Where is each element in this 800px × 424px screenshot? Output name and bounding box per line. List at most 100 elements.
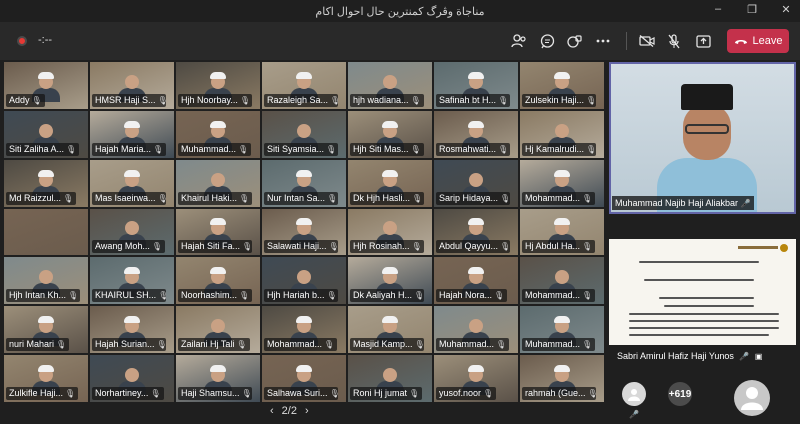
participant-tile[interactable]: Hjh Rosinah... 🎙: [348, 208, 432, 256]
participant-tile[interactable]: Mohammad... 🎙: [520, 159, 604, 207]
participant-tile[interactable]: Roni Hj jumat 🎙: [348, 355, 432, 402]
maximize-button[interactable]: ❐: [746, 3, 758, 16]
participant-tile[interactable]: Safinah bt H... 🎙: [434, 62, 518, 109]
participant-tile[interactable]: rahmah (Gue... 🎙: [520, 355, 604, 402]
featured-name: Muhammad Najib Haji Aliakbar: [615, 198, 739, 208]
mic-off-icon: [668, 33, 680, 48]
participant-name: Dk Aaliyah H...: [353, 290, 413, 301]
mic-off-icon: 🎙: [330, 95, 338, 105]
participant-tile[interactable]: Siti Zaliha A... 🎙: [4, 110, 88, 158]
user-avatar[interactable]: [622, 382, 646, 406]
participant-name: Addy: [9, 94, 30, 105]
overflow-participants-button[interactable]: +619: [668, 382, 692, 406]
minimize-button[interactable]: –: [712, 3, 724, 16]
participant-tile[interactable]: Zailani Hj Tali 🎙: [176, 306, 260, 354]
participant-name: Hjh Noorbay...: [181, 94, 238, 105]
participant-tile[interactable]: Sarip Hidaya... 🎙: [434, 159, 518, 207]
participant-tile[interactable]: Razaleigh Sa... 🎙: [262, 62, 346, 109]
participant-name: Rosmahwati...: [439, 143, 497, 154]
participant-tile[interactable]: [4, 208, 88, 256]
participant-tile[interactable]: nuri Mahari 🎙: [4, 306, 88, 354]
featured-video-tile[interactable]: [609, 62, 796, 214]
participant-name: Safinah bt H...: [439, 94, 497, 105]
crest-logo: [738, 244, 788, 252]
share-screen-button[interactable]: [692, 30, 714, 52]
leave-button[interactable]: Leave: [727, 29, 789, 53]
participant-tile[interactable]: Mohammad... 🎙: [262, 306, 346, 354]
participant-tile[interactable]: Rosmahwati... 🎙: [434, 110, 518, 158]
shared-content-tile[interactable]: [609, 239, 796, 345]
participant-tile[interactable]: Awang Moh... 🎙: [90, 208, 174, 256]
participant-tile[interactable]: Hjh Hariah b... 🎙: [262, 257, 346, 305]
overflow-count: +619: [668, 388, 692, 400]
participant-name-label: Dk Aaliyah H... 🎙: [350, 289, 424, 303]
participant-name-label: Siti Syamsia... 🎙: [264, 142, 338, 156]
participants-button[interactable]: [508, 30, 530, 52]
participant-tile[interactable]: Hj Abdul Ha... 🎙: [520, 208, 604, 256]
participant-tile[interactable]: Siti Syamsia... 🎙: [262, 110, 346, 158]
participant-tile[interactable]: Muhammad... 🎙: [520, 306, 604, 354]
document-text-line: [664, 305, 754, 307]
participant-tile[interactable]: Hjh Intan Kh... 🎙: [4, 257, 88, 305]
participant-name: Hajah Nora...: [439, 290, 493, 301]
participant-tile[interactable]: yusof.noor 🎙: [434, 355, 518, 402]
participant-tile[interactable]: hjh wadiana... 🎙: [348, 62, 432, 109]
reactions-button[interactable]: [563, 30, 585, 52]
participant-tile[interactable]: Abdul Qayyu... 🎙: [434, 208, 518, 256]
mic-off-icon: 🎙: [586, 144, 596, 154]
next-page-button[interactable]: ›: [305, 405, 309, 417]
participant-tile[interactable]: Hj Kamalrudi... 🎙: [520, 110, 604, 158]
participant-tile[interactable]: Masjid Kamp... 🎙: [348, 306, 432, 354]
participant-tile[interactable]: Md Raizzul... 🎙: [4, 159, 88, 207]
participant-name: Hjh Siti Mas...: [353, 143, 409, 154]
participant-tile[interactable]: Zulkifle Haji... 🎙: [4, 355, 88, 402]
participant-tile[interactable]: Hajah Maria... 🎙: [90, 110, 174, 158]
participant-tile[interactable]: Hajah Surian... 🎙: [90, 306, 174, 354]
participant-tile[interactable]: Dk Hjh Hasli... 🎙: [348, 159, 432, 207]
participant-name-label: HMSR Haji S... 🎙: [92, 93, 166, 107]
chat-button[interactable]: [536, 30, 558, 52]
speaker-video: [657, 84, 757, 212]
participant-tile[interactable]: Hjh Siti Mas... 🎙: [348, 110, 432, 158]
participant-tile[interactable]: Noorhashim... 🎙: [176, 257, 260, 305]
participant-tile[interactable]: Mohammad... 🎙: [520, 257, 604, 305]
participant-tile[interactable]: Hjh Noorbay... 🎙: [176, 62, 260, 109]
mic-toggle-button[interactable]: [663, 30, 685, 52]
mic-off-icon: 🎙: [157, 193, 166, 203]
participant-name: Hajah Siti Fa...: [181, 241, 241, 252]
close-button[interactable]: ✕: [780, 3, 792, 16]
more-options-button[interactable]: [592, 30, 614, 52]
participant-tile[interactable]: Norhartiney... 🎙: [90, 355, 174, 402]
participant-tile[interactable]: Hajah Nora... 🎙: [434, 257, 518, 305]
prev-page-button[interactable]: ‹: [270, 405, 274, 417]
document-text-line: [629, 327, 779, 329]
mic-off-icon: 🎙: [158, 291, 166, 301]
participant-tile[interactable]: Dk Aaliyah H... 🎙: [348, 257, 432, 305]
participant-tile[interactable]: Khairul Haki... 🎙: [176, 159, 260, 207]
participant-tile[interactable]: HMSR Haji S... 🎙: [90, 62, 174, 109]
participant-tile[interactable]: KHAIRUL SH... 🎙: [90, 257, 174, 305]
participant-name-label: Hajah Siti Fa... 🎙: [178, 240, 252, 254]
participant-name: Noorhashim...: [181, 290, 238, 301]
mic-off-icon: 🎙: [582, 340, 593, 350]
document-text-line: [629, 320, 779, 322]
participant-tile[interactable]: Nur Intan Sa... 🎙: [262, 159, 346, 207]
participant-tile[interactable]: Haji Shamsu... 🎙: [176, 355, 260, 402]
participant-name: Dk Hjh Hasli...: [353, 192, 411, 203]
participant-tile[interactable]: Hajah Siti Fa... 🎙: [176, 208, 260, 256]
mic-off-icon: 🎙: [410, 144, 421, 154]
participant-name: Mohammad...: [525, 192, 581, 203]
participant-name-label: rahmah (Gue... 🎙: [522, 387, 596, 400]
participant-tile[interactable]: Zulsekin Haji... 🎙: [520, 62, 604, 109]
participant-tile[interactable]: Mas Isaeirwa... 🎙: [90, 159, 174, 207]
mic-off-icon: 🎙: [66, 144, 77, 154]
participant-tile[interactable]: Muhammad... 🎙: [434, 306, 518, 354]
participant-name: Hj Kamalrudi...: [525, 143, 585, 154]
participant-tile[interactable]: Salawati Haji... 🎙: [262, 208, 346, 256]
camera-toggle-button[interactable]: [636, 30, 658, 52]
participant-tile[interactable]: Salhawa Suri... 🎙: [262, 355, 346, 402]
mic-off-icon: 🎙: [324, 340, 335, 350]
participant-tile[interactable]: Addy 🎙: [4, 62, 88, 109]
participant-tile[interactable]: Muhammad... 🎙: [176, 110, 260, 158]
self-avatar[interactable]: [734, 380, 770, 416]
